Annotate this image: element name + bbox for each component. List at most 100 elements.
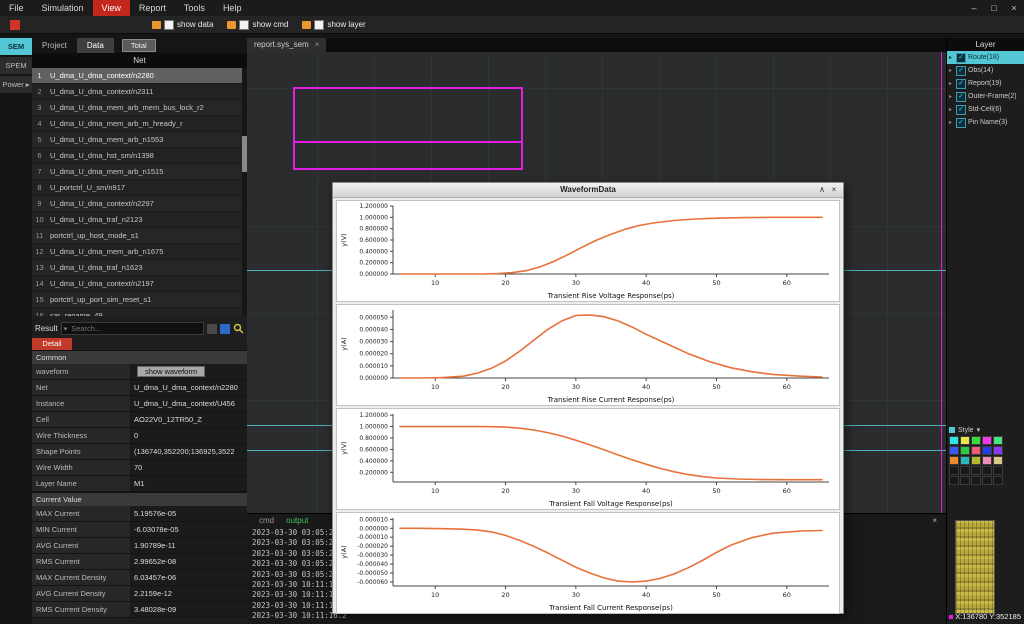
side-tab[interactable]: SEM [0,38,32,55]
style-swatch[interactable] [949,466,959,475]
waveform-window[interactable]: WaveformData ∧ × 0.0000000.2000000.40000… [332,182,844,614]
layer-checkbox[interactable]: ✓ [956,118,966,128]
search-icon[interactable] [233,323,244,334]
layer-tree-item[interactable]: ▸ ✓ Outer-Frame(2) [947,90,1024,103]
console-tab[interactable]: cmd [253,516,280,525]
layer-checkbox[interactable]: ✓ [956,92,966,102]
database-icon[interactable] [207,324,217,334]
checkbox[interactable] [239,20,249,30]
chevron-right-icon[interactable]: ▸ [949,67,954,74]
canvas-tab[interactable]: report.sys_sem × [247,38,326,52]
close-button[interactable]: × [1004,0,1024,16]
menu-item[interactable]: File [0,0,33,16]
table-row[interactable]: 5 U_dma_U_dma_mem_arb_n1553 [32,132,247,148]
collapse-button[interactable]: ∧ [816,183,828,197]
style-swatch[interactable] [949,436,959,445]
table-row[interactable]: 3 U_dma_U_dma_mem_arb_mem_bus_lock_r2 [32,100,247,116]
menu-item[interactable]: Tools [175,0,214,16]
layer-checkbox[interactable]: ✓ [956,79,966,89]
table-row[interactable]: 4 U_dma_U_dma_mem_arb_m_hready_r [32,116,247,132]
menu-item[interactable]: Simulation [33,0,93,16]
side-tab[interactable]: SPEM [0,57,32,74]
search-box[interactable]: ▾ [61,322,204,335]
layer-tree-item[interactable]: ▸ ✓ Route(18) [947,51,1024,64]
tab-close-icon[interactable]: × [315,38,320,52]
table-row[interactable]: 9 U_dma_U_dma_context/n2297 [32,196,247,212]
style-swatch[interactable] [971,476,981,485]
style-swatch[interactable] [949,446,959,455]
panel-tab[interactable]: Data [77,38,114,53]
table-row[interactable]: 13 U_dma_U_dma_traf_n1623 [32,260,247,276]
style-swatch[interactable] [982,456,992,465]
search-input[interactable] [69,323,201,334]
style-swatch[interactable] [993,456,1003,465]
style-swatch[interactable] [949,456,959,465]
total-button[interactable]: Total [122,39,156,52]
table-row[interactable]: 10 U_dma_U_dma_traf_n2123 [32,212,247,228]
table-row[interactable]: 7 U_dma_U_dma_mem_arb_n1515 [32,164,247,180]
style-swatch[interactable] [993,436,1003,445]
side-tab[interactable]: Power ▸ [0,76,32,93]
style-swatch[interactable] [982,436,992,445]
table-row[interactable]: 16 sar_rename_49 [32,308,247,316]
style-swatch[interactable] [960,476,970,485]
toolbar-toggle[interactable]: show layer [302,20,365,30]
menu-item[interactable]: Help [214,0,251,16]
layer-checkbox[interactable]: ✓ [956,105,966,115]
style-swatch[interactable] [949,476,959,485]
show-waveform-button[interactable]: show waveform [137,366,205,377]
layer-tree-item[interactable]: ▸ ✓ Report(19) [947,77,1024,90]
menu-item[interactable]: View [93,0,130,16]
table-row[interactable]: 15 portctrl_up_port_sim_reset_s1 [32,292,247,308]
style-swatch[interactable] [960,436,970,445]
style-swatch[interactable] [971,466,981,475]
toolbar-toggle[interactable]: show cmd [227,20,288,30]
style-swatch[interactable] [971,456,981,465]
style-swatch[interactable] [982,476,992,485]
console-tab[interactable]: output [280,516,314,525]
stop-icon[interactable] [10,20,20,30]
window-titlebar[interactable]: WaveformData ∧ × [333,183,843,198]
minimap[interactable] [955,520,995,614]
chevron-right-icon[interactable]: ▸ [949,93,954,100]
style-swatch[interactable] [982,446,992,455]
style-swatch[interactable] [993,446,1003,455]
layer-checkbox[interactable]: ✓ [956,53,966,63]
table-row[interactable]: 11 portctrl_up_host_mode_s1 [32,228,247,244]
layer-tree-item[interactable]: ▸ ✓ Pin Name(3) [947,116,1024,129]
style-swatch[interactable] [960,446,970,455]
chevron-down-icon[interactable]: ▾ [977,426,981,434]
table-row[interactable]: 14 U_dma_U_dma_context/n2197 [32,276,247,292]
chevron-right-icon[interactable]: ▸ [949,106,954,113]
maximize-button[interactable]: □ [984,0,1004,16]
layer-tree-item[interactable]: ▸ ✓ Obs(14) [947,64,1024,77]
chevron-right-icon[interactable]: ▸ [949,119,954,126]
console-close-icon[interactable]: × [928,516,941,525]
style-swatch[interactable] [971,446,981,455]
layer-tree-item[interactable]: ▸ ✓ Std-Cell(6) [947,103,1024,116]
chevron-down-icon[interactable]: ▾ [64,325,68,333]
table-row[interactable]: 6 U_dma_U_dma_hst_sm/n1398 [32,148,247,164]
style-swatch[interactable] [993,476,1003,485]
table-row[interactable]: 1 U_dma_U_dma_context/n2280 [32,68,247,84]
panel-tab[interactable]: Project [32,38,77,53]
table-row[interactable]: 12 U_dma_U_dma_mem_arb_n1675 [32,244,247,260]
menu-item[interactable]: Report [130,0,175,16]
style-swatch[interactable] [971,436,981,445]
close-button[interactable]: × [828,183,840,197]
toolbar-toggle[interactable]: show data [152,20,213,30]
style-swatch[interactable] [993,466,1003,475]
layer-checkbox[interactable]: ✓ [956,66,966,76]
checkbox[interactable] [164,20,174,30]
minimize-button[interactable]: – [964,0,984,16]
style-swatch[interactable] [960,466,970,475]
filter-icon[interactable] [220,324,230,334]
chevron-right-icon[interactable]: ▸ [949,80,954,87]
tab-detail[interactable]: Detail [32,338,72,350]
table-row[interactable]: 2 U_dma_U_dma_context/n2311 [32,84,247,100]
chevron-right-icon[interactable]: ▸ [949,54,954,61]
style-swatch[interactable] [982,466,992,475]
style-swatch[interactable] [960,456,970,465]
checkbox[interactable] [314,20,324,30]
table-row[interactable]: 8 U_portctrl_U_sm/n917 [32,180,247,196]
